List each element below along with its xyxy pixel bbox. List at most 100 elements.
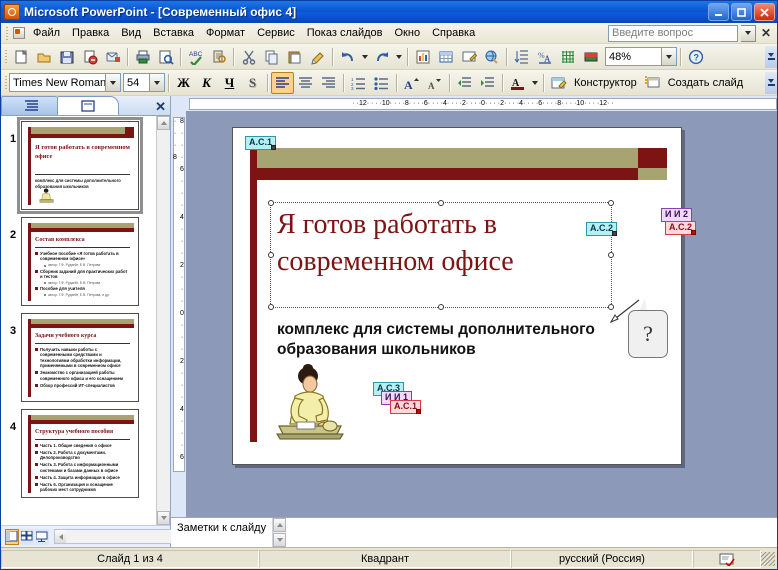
- insert-hyperlink-icon[interactable]: [480, 46, 503, 68]
- resize-grip[interactable]: [761, 551, 775, 566]
- resize-handle-nw[interactable]: [268, 200, 274, 206]
- slide-thumbnail-1[interactable]: Я готов работать в современном офисе ком…: [17, 117, 143, 214]
- current-slide[interactable]: Я готов работать в современном офисе ком…: [232, 127, 697, 465]
- italic-button[interactable]: К: [195, 72, 218, 94]
- menu-help[interactable]: Справка: [426, 24, 481, 42]
- bold-button[interactable]: Ж: [172, 72, 195, 94]
- bulleted-list-icon[interactable]: [370, 72, 393, 94]
- increase-font-icon[interactable]: A: [400, 72, 423, 94]
- notes-pane[interactable]: Заметки к слайду: [171, 517, 777, 547]
- email-attach-icon[interactable]: [101, 46, 124, 68]
- new-slide-icon[interactable]: [641, 72, 664, 94]
- resize-handle-se[interactable]: [608, 304, 614, 310]
- menu-edit[interactable]: Правка: [66, 24, 115, 42]
- permission-icon[interactable]: [78, 46, 101, 68]
- undo-dropdown-icon[interactable]: [359, 46, 370, 68]
- resize-handle-n[interactable]: [438, 200, 444, 206]
- show-formatting-icon[interactable]: % A: [533, 46, 556, 68]
- increase-indent-icon[interactable]: [476, 72, 499, 94]
- resize-handle-ne[interactable]: [608, 200, 614, 206]
- subtitle-text[interactable]: комплекс для системы дополнительного обр…: [277, 320, 627, 360]
- copy-icon[interactable]: [260, 46, 283, 68]
- question-callout[interactable]: ?: [628, 310, 668, 358]
- cut-scissors-icon[interactable]: [237, 46, 260, 68]
- menu-window[interactable]: Окно: [389, 24, 427, 42]
- save-icon[interactable]: [55, 46, 78, 68]
- scroll-down-button[interactable]: [157, 511, 170, 525]
- design-button-label[interactable]: Конструктор: [570, 77, 641, 89]
- notes-scroll-up[interactable]: [273, 518, 287, 532]
- standard-toolbar-grip[interactable]: [2, 49, 9, 65]
- font-color-dropdown-icon[interactable]: [529, 72, 540, 94]
- grid-icon[interactable]: [556, 46, 579, 68]
- new-document-icon[interactable]: [9, 46, 32, 68]
- decrease-indent-icon[interactable]: [453, 72, 476, 94]
- redo-icon[interactable]: [370, 46, 393, 68]
- insert-chart-icon[interactable]: [411, 46, 434, 68]
- slide-sorter-icon[interactable]: [20, 528, 34, 545]
- outline-tab[interactable]: [1, 96, 63, 115]
- slide-thumbnail-2[interactable]: Состав комплекса Учебное пособие «Я гото…: [21, 217, 139, 306]
- open-folder-icon[interactable]: [32, 46, 55, 68]
- insert-table-icon[interactable]: [434, 46, 457, 68]
- menu-insert[interactable]: Вставка: [147, 24, 200, 42]
- menu-tools[interactable]: Сервис: [251, 24, 301, 42]
- font-name-combo[interactable]: Times New Roman: [9, 73, 121, 92]
- menu-slideshow[interactable]: Показ слайдов: [301, 24, 389, 42]
- annotation-tag-ii2[interactable]: И И 2: [661, 208, 692, 222]
- splitter-left-arrow[interactable]: [55, 530, 66, 543]
- ask-question-dropdown-icon[interactable]: [741, 24, 756, 42]
- annotation-tag-ac2-pink[interactable]: А.С.2: [665, 221, 697, 235]
- font-size-combo[interactable]: 54: [123, 73, 165, 92]
- insert-slide-icon[interactable]: [457, 46, 480, 68]
- status-design-template[interactable]: Квадрант: [259, 549, 511, 568]
- vertical-ruler[interactable]: 8 · · · 6 · · · 4 · · · 2 · · · 0 · · · …: [171, 111, 186, 517]
- undo-icon[interactable]: [336, 46, 359, 68]
- color-view-icon[interactable]: [579, 46, 602, 68]
- list-item[interactable]: 3 Задачи учебного курса Получить навыки …: [5, 313, 154, 402]
- formatting-toolbar-options-button[interactable]: [765, 71, 777, 94]
- status-language[interactable]: русский (Россия): [511, 549, 693, 568]
- list-item[interactable]: 2 Состав комплекса Учебное пособие «Я го…: [5, 217, 154, 306]
- minimize-button[interactable]: [708, 3, 729, 21]
- zoom-dropdown-icon[interactable]: [661, 48, 676, 65]
- menu-view[interactable]: Вид: [115, 24, 147, 42]
- scroll-up-button[interactable]: [157, 116, 170, 130]
- resize-handle-w[interactable]: [268, 252, 274, 258]
- slides-tab[interactable]: [57, 96, 119, 115]
- annotation-tag-ac1-top[interactable]: А.С.1: [245, 136, 277, 150]
- format-painter-icon[interactable]: [306, 46, 329, 68]
- menu-grip[interactable]: [3, 25, 10, 41]
- annotation-tag-ac1-bottom[interactable]: А.С.1: [390, 400, 422, 414]
- font-size-dropdown-icon[interactable]: [149, 74, 164, 91]
- notes-scrollbar[interactable]: [272, 518, 287, 547]
- paste-icon[interactable]: [283, 46, 306, 68]
- menu-file[interactable]: Файл: [27, 24, 66, 42]
- design-icon[interactable]: [547, 72, 570, 94]
- slide-thumbnail-4[interactable]: Структура учебного пособия Часть 1. Общи…: [21, 409, 139, 498]
- resize-handle-s[interactable]: [438, 304, 444, 310]
- zoom-combo[interactable]: 48%: [605, 47, 677, 66]
- horizontal-ruler[interactable]: · ·12· · · ·10· · · ·8· · · ·6· · · ·4· …: [171, 96, 777, 111]
- annotation-tag-ac2[interactable]: А.С.2: [586, 222, 618, 236]
- list-item[interactable]: 1 Я готов работать в современном офисе к…: [5, 117, 154, 214]
- ask-question-input[interactable]: Введите вопрос: [608, 24, 738, 42]
- slide-thumbnail-3[interactable]: Задачи учебного курса Получить навыки ра…: [21, 313, 139, 402]
- expand-all-icon[interactable]: [510, 46, 533, 68]
- underline-button[interactable]: Ч: [218, 72, 241, 94]
- shadow-button[interactable]: S: [241, 72, 264, 94]
- align-center-icon[interactable]: [294, 72, 317, 94]
- notes-scroll-down[interactable]: [273, 533, 287, 547]
- notes-placeholder[interactable]: Заметки к слайду: [171, 518, 272, 538]
- help-question-icon[interactable]: ?: [684, 46, 707, 68]
- align-left-icon[interactable]: [271, 71, 294, 94]
- person-at-desk-clipart[interactable]: [275, 364, 347, 442]
- close-button[interactable]: [754, 3, 775, 21]
- print-preview-icon[interactable]: [154, 46, 177, 68]
- new-slide-button-label[interactable]: Создать слайд: [664, 77, 747, 89]
- font-name-dropdown-icon[interactable]: [105, 74, 120, 91]
- close-document-button[interactable]: ✕: [759, 26, 773, 40]
- status-spellcheck[interactable]: [693, 549, 761, 568]
- print-icon[interactable]: [131, 46, 154, 68]
- formatting-toolbar-grip[interactable]: [2, 75, 9, 91]
